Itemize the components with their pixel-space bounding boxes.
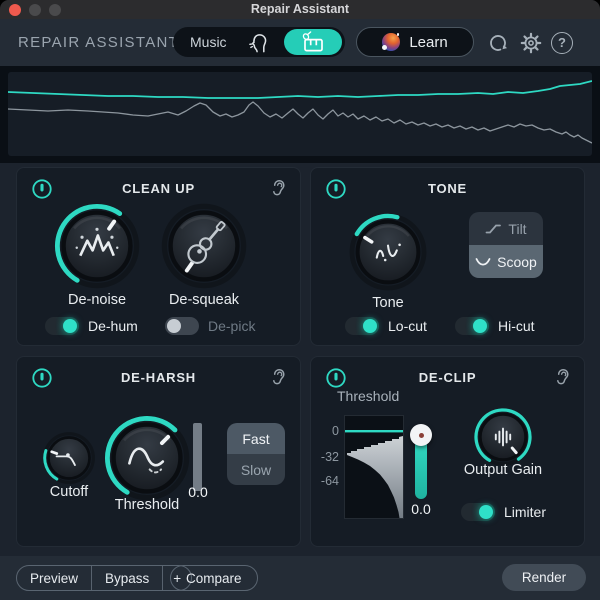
slow-button[interactable]: Slow bbox=[227, 454, 285, 485]
cutoff-knob[interactable] bbox=[42, 431, 96, 485]
footer: Preview Bypass + Compare Render bbox=[0, 556, 600, 600]
de-clip-threshold-slider-handle[interactable] bbox=[410, 424, 432, 446]
scale-minus-32: -32 bbox=[320, 450, 339, 464]
compare-button[interactable]: Compare bbox=[170, 565, 258, 591]
tone-title: TONE bbox=[427, 181, 468, 196]
ear-icon bbox=[273, 369, 285, 385]
panel-tone: TONE Tone Tilt Scoop Lo-cut Hi-cut bbox=[310, 167, 585, 346]
hicut-toggle[interactable] bbox=[455, 317, 489, 335]
mode-selector: Music bbox=[173, 27, 345, 57]
output-gain-knob[interactable] bbox=[473, 407, 533, 467]
de-clip-title: DE-CLIP bbox=[418, 370, 477, 385]
reset-button[interactable] bbox=[484, 19, 512, 66]
dehum-toggle[interactable] bbox=[45, 317, 79, 335]
tone-knob[interactable] bbox=[348, 212, 428, 292]
preview-button[interactable]: Preview bbox=[17, 566, 91, 590]
scoop-curve-icon bbox=[475, 257, 491, 266]
tone-shape-selector: Tilt Scoop bbox=[469, 212, 543, 278]
spectrum-strip bbox=[0, 66, 600, 163]
histogram-plot bbox=[345, 430, 403, 518]
limiter-label: Limiter bbox=[504, 504, 547, 520]
mode-instrumental-button[interactable] bbox=[284, 29, 342, 55]
hicut-label: Hi-cut bbox=[498, 318, 535, 334]
desqueak-label: De-squeak bbox=[168, 292, 240, 308]
cutoff-label: Cutoff bbox=[49, 484, 89, 500]
learn-sphere-icon bbox=[382, 33, 401, 51]
clean-up-listen-button[interactable] bbox=[268, 177, 288, 200]
gear-icon bbox=[520, 32, 542, 53]
clean-up-title: CLEAN UP bbox=[122, 181, 195, 196]
render-button[interactable]: Render bbox=[502, 564, 586, 591]
scoop-button[interactable]: Scoop bbox=[469, 245, 543, 278]
de-clip-listen-button[interactable] bbox=[552, 366, 572, 389]
refresh-icon bbox=[490, 34, 507, 51]
bypass-button[interactable]: Bypass bbox=[91, 566, 162, 590]
scale-0: 0 bbox=[332, 424, 339, 438]
depick-toggle[interactable] bbox=[165, 317, 199, 335]
de-clip-histogram bbox=[344, 415, 404, 519]
mode-music-label: Music bbox=[190, 34, 227, 50]
locut-label: Lo-cut bbox=[388, 318, 427, 334]
spectrum-display[interactable] bbox=[8, 72, 592, 156]
transport-button-group: Preview Bypass + bbox=[16, 565, 193, 591]
denoise-knob[interactable] bbox=[53, 202, 141, 290]
de-harsh-speed-selector: Fast Slow bbox=[227, 423, 285, 485]
help-button[interactable]: ? bbox=[548, 19, 576, 66]
settings-button[interactable] bbox=[517, 19, 545, 66]
tilt-curve-icon bbox=[486, 224, 502, 234]
tilt-button[interactable]: Tilt bbox=[469, 212, 543, 245]
de-clip-threshold-label: Threshold bbox=[337, 388, 400, 404]
panel-clean-up: CLEAN UP De-noise De-squeak De-hum De-pi… bbox=[16, 167, 301, 346]
de-harsh-threshold-label: Threshold bbox=[114, 497, 180, 513]
threshold-line[interactable] bbox=[345, 430, 403, 433]
de-clip-threshold-value: 0.0 bbox=[411, 501, 431, 517]
mode-vocal-button[interactable] bbox=[247, 31, 271, 59]
learn-label: Learn bbox=[409, 33, 448, 51]
fast-button[interactable]: Fast bbox=[227, 423, 285, 454]
panel-de-clip: DE-CLIP Threshold 0 -32 -64 0.0 Output G… bbox=[310, 356, 585, 547]
help-icon: ? bbox=[551, 31, 573, 54]
locut-toggle[interactable] bbox=[345, 317, 379, 335]
de-harsh-threshold-knob[interactable] bbox=[103, 414, 191, 502]
singing-head-icon bbox=[249, 34, 267, 53]
desqueak-knob[interactable] bbox=[160, 202, 248, 290]
ear-icon bbox=[273, 180, 285, 196]
de-harsh-gain-reduction-meter bbox=[193, 423, 202, 491]
app-title: REPAIR ASSISTANT bbox=[18, 34, 180, 51]
limiter-toggle[interactable] bbox=[461, 503, 495, 521]
titlebar: Repair Assistant bbox=[0, 0, 600, 19]
de-harsh-listen-button[interactable] bbox=[268, 366, 288, 389]
denoise-label: De-noise bbox=[67, 292, 127, 308]
learn-button[interactable]: Learn bbox=[356, 27, 474, 57]
ear-icon bbox=[557, 369, 569, 385]
spectrum-plot bbox=[8, 80, 592, 144]
de-harsh-threshold-value: 0.0 bbox=[188, 484, 208, 500]
header: REPAIR ASSISTANT Music Learn ? bbox=[0, 19, 600, 66]
dehum-label: De-hum bbox=[88, 318, 138, 334]
panel-de-harsh: DE-HARSH Cutoff Threshold 0.0 Fast Slow bbox=[16, 356, 301, 547]
depick-label: De-pick bbox=[208, 318, 256, 334]
tone-knob-label: Tone bbox=[372, 295, 404, 311]
output-gain-label: Output Gain bbox=[463, 462, 543, 478]
de-harsh-title: DE-HARSH bbox=[120, 370, 196, 385]
piano-guitar-icon bbox=[302, 31, 323, 52]
scale-minus-64: -64 bbox=[320, 474, 339, 488]
repair-assistant-window: Repair Assistant REPAIR ASSISTANT Music bbox=[0, 0, 600, 600]
window-title: Repair Assistant bbox=[250, 2, 350, 16]
